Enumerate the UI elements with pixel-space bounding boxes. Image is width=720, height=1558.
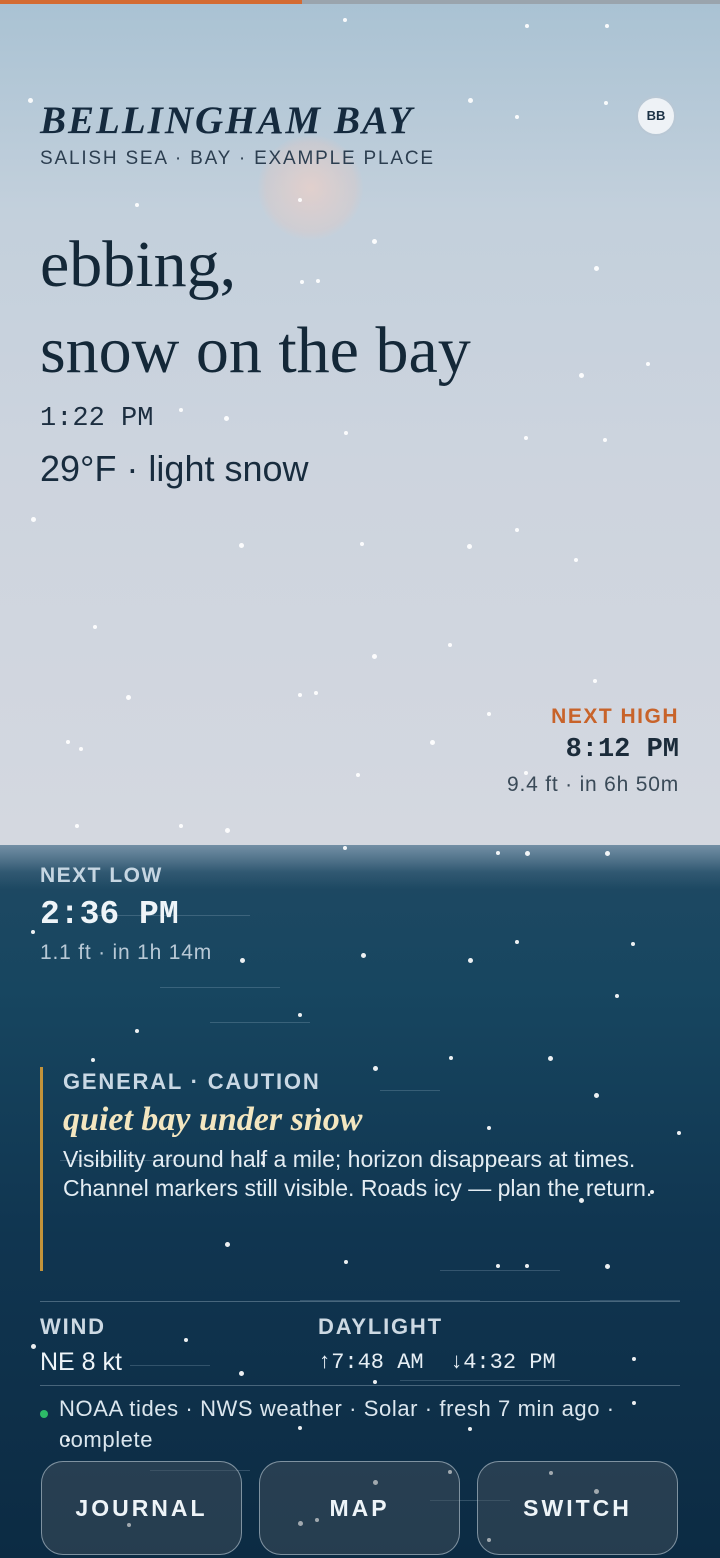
next-high-label: NEXT HIGH: [551, 705, 679, 728]
advisory-body-line-1: Visibility around half a mile; horizon d…: [63, 1146, 636, 1172]
wind-value: NE 8 kt: [40, 1348, 122, 1376]
wind-stat: WIND NE 8 kt: [40, 1314, 122, 1377]
next-low-detail: 1.1 ft · in 1h 14m: [40, 941, 212, 964]
advisory-title: quiet bay under snow: [63, 1101, 363, 1138]
sunset-time: ↓4:32 PM: [450, 1350, 556, 1375]
headline-line-1: ebbing,: [40, 228, 237, 301]
place-title: BELLINGHAM BAY: [40, 99, 414, 142]
advisory-card: GENERAL · CAUTION quiet bay under snow V…: [40, 1067, 670, 1271]
daylight-times: ↑7:48 AM ↓4:32 PM: [318, 1350, 556, 1375]
sunrise-time: ↑7:48 AM: [318, 1350, 424, 1375]
data-sources-status: NOAA tides · NWS weather · Solar · fresh…: [40, 1393, 680, 1455]
daylight-stat: DAYLIGHT ↑7:48 AM ↓4:32 PM: [318, 1314, 556, 1375]
next-high-panel: NEXT HIGH 8:12 PM 9.4 ft · in 6h 50m: [507, 705, 679, 797]
headline: ebbing, snow on the bay: [40, 222, 471, 394]
divider: [40, 1385, 680, 1386]
advisory-body-line-2: Channel markers still visible. Roads icy…: [63, 1175, 653, 1201]
status-dot-icon: [40, 1410, 48, 1418]
daylight-label: DAYLIGHT: [318, 1314, 443, 1339]
sources-text: NOAA tides · NWS weather · Solar · fresh…: [59, 1396, 615, 1452]
next-low-panel: NEXT LOW 2:36 PM 1.1 ft · in 1h 14m: [40, 864, 212, 965]
current-conditions: 29°F · light snow: [40, 448, 309, 489]
divider: [40, 1301, 680, 1302]
place-subtitle: SALISH SEA · BAY · EXAMPLE PLACE: [40, 148, 435, 169]
headline-line-2: snow on the bay: [40, 314, 471, 387]
next-high-time: 8:12 PM: [565, 735, 679, 765]
tide-progress-track: [0, 0, 720, 4]
next-high-detail: 9.4 ft · in 6h 50m: [507, 773, 679, 796]
wind-label: WIND: [40, 1314, 106, 1339]
location-avatar-button[interactable]: BB: [636, 96, 676, 136]
next-low-label: NEXT LOW: [40, 864, 163, 887]
tide-progress-fill: [0, 0, 303, 4]
switch-button[interactable]: SWITCH: [477, 1461, 678, 1555]
current-time: 1:22 PM: [40, 404, 154, 434]
journal-button[interactable]: JOURNAL: [41, 1461, 242, 1555]
advisory-category: GENERAL · CAUTION: [63, 1069, 321, 1094]
next-low-time: 2:36 PM: [40, 896, 179, 933]
advisory-body: Visibility around half a mile; horizon d…: [63, 1145, 670, 1203]
map-button[interactable]: MAP: [259, 1461, 460, 1555]
